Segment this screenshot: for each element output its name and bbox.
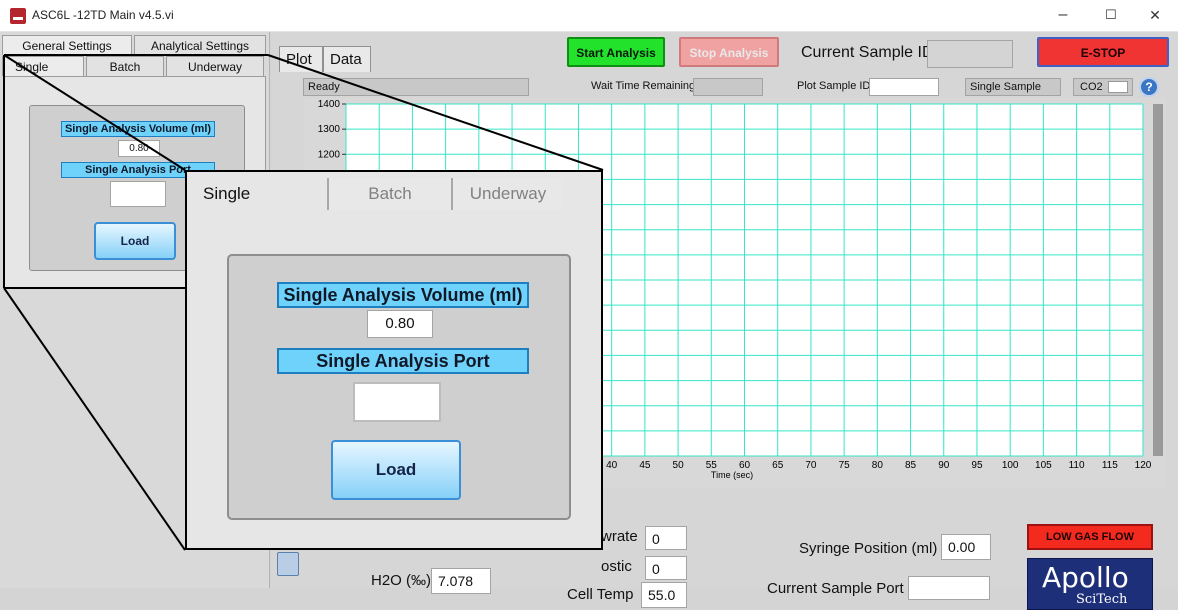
x-tick-label: 105 — [1035, 460, 1052, 471]
plot-sample-id-label: Plot Sample ID — [797, 80, 871, 92]
x-tick-label: 110 — [1069, 460, 1085, 471]
tab-analytical-settings[interactable]: Analytical Settings — [134, 35, 266, 55]
syringe-position-label: Syringe Position (ml) — [799, 540, 938, 557]
x-axis-label: Time (sec) — [711, 470, 753, 480]
x-tick-label: 75 — [839, 460, 851, 471]
molecule-icon — [1108, 81, 1128, 93]
tab-data[interactable]: Data — [323, 46, 371, 72]
close-button[interactable]: ✕ — [1132, 0, 1178, 32]
x-tick-label: 65 — [772, 460, 784, 471]
y-tick-label: 1200 — [318, 149, 341, 160]
window-title: ASC6L -12TD Main v4.5.vi — [32, 8, 174, 22]
tab-general-settings[interactable]: General Settings — [2, 35, 132, 55]
analysis-mode-tabs: Single Batch Underway — [2, 56, 268, 76]
help-icon[interactable]: ? — [1139, 77, 1159, 97]
tab-single[interactable]: Single — [2, 56, 84, 76]
status-indicator: Ready — [303, 78, 529, 96]
tab-underway[interactable]: Underway — [166, 56, 264, 76]
minimize-button[interactable]: – — [1040, 0, 1086, 32]
gas-selector[interactable]: CO2 — [1073, 78, 1133, 96]
zoom-single-analysis-group: Single Analysis Volume (ml) 0.80 Single … — [227, 254, 571, 520]
current-sample-port-value — [908, 576, 990, 600]
x-tick-label: 70 — [805, 460, 817, 471]
tab-batch[interactable]: Batch — [86, 56, 164, 76]
syringe-position-value: 0.00 — [941, 534, 991, 560]
x-tick-label: 50 — [673, 460, 685, 471]
tab-plot[interactable]: Plot — [279, 46, 323, 72]
x-tick-label: 120 — [1135, 460, 1152, 471]
x-tick-label: 95 — [971, 460, 983, 471]
y-tick-label: 1400 — [318, 99, 341, 110]
logo-main: Apollo — [1042, 561, 1129, 594]
zoom-port-label: Single Analysis Port — [277, 348, 529, 374]
zoom-callout: Single Batch Underway Single Analysis Vo… — [185, 170, 603, 550]
cell-temp-value: 55.0 — [641, 582, 687, 608]
low-gas-flow-indicator: LOW GAS FLOW — [1027, 524, 1153, 550]
current-sample-id-label: Current Sample ID — [801, 44, 934, 61]
plot-sample-id-input[interactable] — [869, 78, 939, 96]
port-input[interactable] — [110, 181, 166, 207]
current-sample-port-label: Current Sample Port — [767, 580, 904, 597]
flowrate-value: 0 — [645, 526, 687, 550]
x-tick-label: 45 — [639, 460, 651, 471]
sample-mode-selector[interactable]: Single Sample — [965, 78, 1061, 96]
zoom-tab-underway[interactable]: Underway — [451, 178, 563, 210]
app-icon — [10, 8, 26, 24]
flowrate-label: wrate — [601, 528, 638, 545]
print-icon[interactable] — [277, 552, 299, 576]
zoom-volume-label: Single Analysis Volume (ml) — [277, 282, 529, 308]
volume-input[interactable]: 0.80 — [118, 140, 160, 157]
plot-scrollbar[interactable] — [1153, 104, 1163, 456]
wait-time-value — [693, 78, 763, 96]
status-row: Ready Wait Time Remaining Plot Sample ID… — [303, 77, 1163, 98]
maximize-button[interactable]: ☐ — [1088, 0, 1134, 32]
diagnostic-value: 0 — [645, 556, 687, 580]
zoom-load-button[interactable]: Load — [331, 440, 461, 500]
logo-sub: SciTech — [1076, 592, 1128, 607]
estop-button[interactable]: E-STOP — [1037, 37, 1169, 67]
wait-time-label: Wait Time Remaining — [591, 80, 696, 92]
gas-label: CO2 — [1080, 81, 1103, 93]
y-tick-label: 1300 — [318, 124, 341, 135]
stop-analysis-button[interactable]: Stop Analysis — [679, 37, 779, 67]
zoom-volume-input[interactable]: 0.80 — [367, 310, 433, 338]
x-tick-label: 85 — [905, 460, 917, 471]
title-bar: ASC6L -12TD Main v4.5.vi – ☐ ✕ — [0, 0, 1178, 32]
x-tick-label: 115 — [1102, 460, 1118, 471]
x-tick-label: 80 — [872, 460, 884, 471]
apollo-scitech-logo: Apollo SciTech — [1027, 558, 1153, 610]
cell-temp-label: Cell Temp — [567, 586, 634, 603]
zoom-tab-batch[interactable]: Batch — [327, 178, 451, 210]
zoom-tab-single[interactable]: Single — [187, 178, 327, 210]
x-tick-label: 90 — [938, 460, 950, 471]
start-analysis-button[interactable]: Start Analysis — [567, 37, 665, 67]
current-sample-id-input[interactable] — [927, 40, 1013, 68]
zoom-tabs: Single Batch Underway — [187, 172, 601, 210]
diagnostic-label: ostic — [601, 558, 632, 575]
h2o-value: 7.078 — [431, 568, 491, 594]
volume-label: Single Analysis Volume (ml) — [61, 121, 215, 137]
x-tick-label: 40 — [606, 460, 618, 471]
x-tick-label: 100 — [1002, 460, 1019, 471]
settings-tabs: General Settings Analytical Settings — [2, 35, 268, 55]
zoom-port-input[interactable] — [353, 382, 441, 422]
h2o-label: H2O (‰) — [371, 572, 431, 589]
load-button[interactable]: Load — [94, 222, 176, 260]
